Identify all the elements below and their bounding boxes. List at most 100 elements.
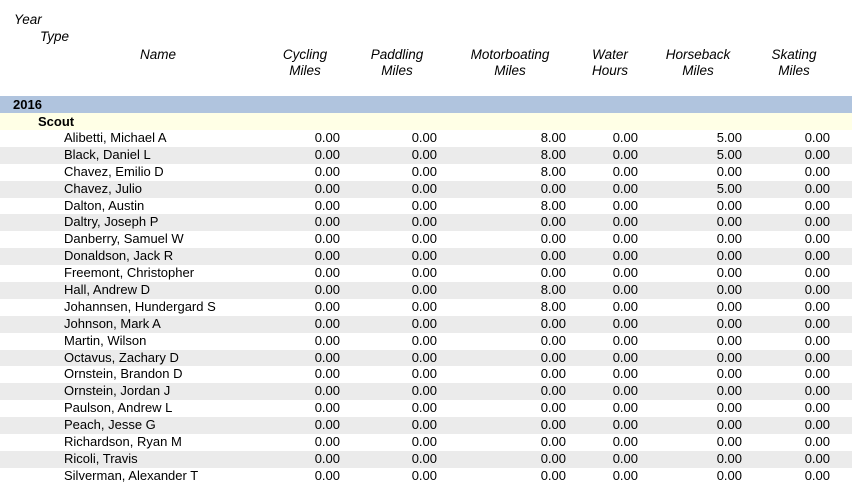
row-name: Peach, Jesse G xyxy=(64,417,156,433)
header-paddling-line1: Paddling xyxy=(370,47,424,62)
cell-cycling-miles: 0.00 xyxy=(314,450,340,466)
cell-horseback-miles: 0.00 xyxy=(716,467,742,483)
cell-horseback-miles: 0.00 xyxy=(716,366,742,382)
table-row: Hall, Andrew D 0.00 0.00 8.00 0.00 0.00 0.00 xyxy=(0,282,852,299)
header-horseback: Horseback Miles xyxy=(655,47,741,79)
cell-skating-miles: 0.00 xyxy=(804,231,830,247)
row-name: Ornstein, Brandon D xyxy=(64,366,183,382)
row-name: Hall, Andrew D xyxy=(64,282,150,298)
row-name: Paulson, Andrew L xyxy=(64,400,173,416)
row-name: Daltry, Joseph P xyxy=(64,214,159,230)
cell-horseback-miles: 5.00 xyxy=(716,180,742,196)
activity-report: Year Type Name Cycling Miles Paddling Mi… xyxy=(0,0,852,487)
header-horseback-line2: Miles xyxy=(682,63,714,78)
cell-motorboating-miles: 0.00 xyxy=(540,332,566,348)
cell-skating-miles: 0.00 xyxy=(804,130,830,145)
cell-motorboating-miles: 0.00 xyxy=(540,349,566,365)
header-water-line1: Water xyxy=(592,47,628,62)
row-name: Donaldson, Jack R xyxy=(64,248,174,264)
header-motorboating-line2: Miles xyxy=(494,63,526,78)
cell-cycling-miles: 0.00 xyxy=(314,282,340,298)
cell-horseback-miles: 5.00 xyxy=(716,130,742,145)
cell-water-hours: 0.00 xyxy=(612,163,638,179)
table-row: Ricoli, Travis 0.00 0.00 0.00 0.00 0.00 0.00 xyxy=(0,450,852,468)
cell-cycling-miles: 0.00 xyxy=(314,146,340,162)
header-skating-line1: Skating xyxy=(771,47,817,62)
cell-cycling-miles: 0.00 xyxy=(314,315,340,331)
cell-cycling-miles: 0.00 xyxy=(314,383,340,399)
row-name: Danberry, Samuel W xyxy=(64,231,184,247)
cell-paddling-miles: 0.00 xyxy=(411,400,437,416)
table-row: Martin, Wilson 0.00 0.00 0.00 0.00 0.00 0.00 xyxy=(0,333,852,350)
table-row: Richardson, Ryan M 0.00 0.00 0.00 0.00 0.00 0.… xyxy=(0,434,852,451)
cell-motorboating-miles: 8.00 xyxy=(540,130,566,145)
cell-water-hours: 0.00 xyxy=(612,349,638,365)
cell-cycling-miles: 0.00 xyxy=(314,214,340,230)
table-row: Danberry, Samuel W 0.00 0.00 0.00 0.00 0.00 0.… xyxy=(0,231,852,248)
cell-horseback-miles: 5.00 xyxy=(716,146,742,162)
cell-skating-miles: 0.00 xyxy=(804,349,830,365)
cell-cycling-miles: 0.00 xyxy=(314,434,340,450)
cell-motorboating-miles: 0.00 xyxy=(540,400,566,416)
cell-cycling-miles: 0.00 xyxy=(314,349,340,365)
cell-paddling-miles: 0.00 xyxy=(411,282,437,298)
cell-skating-miles: 0.00 xyxy=(804,332,830,348)
cell-water-hours: 0.00 xyxy=(612,282,638,298)
cell-water-hours: 0.00 xyxy=(612,197,638,213)
cell-paddling-miles: 0.00 xyxy=(411,332,437,348)
row-name: Johannsen, Hundergard S xyxy=(64,298,216,314)
cell-water-hours: 0.00 xyxy=(612,315,638,331)
cell-horseback-miles: 0.00 xyxy=(716,332,742,348)
cell-motorboating-miles: 0.00 xyxy=(540,180,566,196)
year-group-band: 2016 xyxy=(0,96,852,113)
cell-horseback-miles: 0.00 xyxy=(716,197,742,213)
table-row: Dalton, Austin 0.00 0.00 8.00 0.00 0.00 0.00 xyxy=(0,198,852,215)
row-name: Ricoli, Travis xyxy=(64,450,138,466)
cell-water-hours: 0.00 xyxy=(612,417,638,433)
cell-motorboating-miles: 0.00 xyxy=(540,434,566,450)
cell-motorboating-miles: 0.00 xyxy=(540,214,566,230)
row-name: Richardson, Ryan M xyxy=(64,434,182,450)
table-row: Chavez, Julio 0.00 0.00 0.00 0.00 5.00 0.00 xyxy=(0,180,852,198)
table-row: Octavus, Zachary D 0.00 0.00 0.00 0.00 0.00 0.… xyxy=(0,349,852,367)
cell-horseback-miles: 0.00 xyxy=(716,417,742,433)
table-row: Alibetti, Michael A 0.00 0.00 8.00 0.00 5.00 0… xyxy=(0,130,852,147)
cell-water-hours: 0.00 xyxy=(612,434,638,450)
header-cycling-line1: Cycling xyxy=(282,47,328,62)
cell-skating-miles: 0.00 xyxy=(804,146,830,162)
cell-paddling-miles: 0.00 xyxy=(411,163,437,179)
cell-horseback-miles: 0.00 xyxy=(716,298,742,314)
row-name: Silverman, Alexander T xyxy=(64,467,199,483)
cell-water-hours: 0.00 xyxy=(612,248,638,264)
cell-cycling-miles: 0.00 xyxy=(314,400,340,416)
cell-paddling-miles: 0.00 xyxy=(411,180,437,196)
cell-skating-miles: 0.00 xyxy=(804,282,830,298)
header-year: Year xyxy=(14,12,42,27)
row-name: Black, Daniel L xyxy=(64,146,151,162)
header-motorboating: Motorboating Miles xyxy=(460,47,560,79)
cell-paddling-miles: 0.00 xyxy=(411,349,437,365)
cell-water-hours: 0.00 xyxy=(612,265,638,281)
cell-cycling-miles: 0.00 xyxy=(314,467,340,483)
cell-motorboating-miles: 0.00 xyxy=(540,315,566,331)
table-row: Donaldson, Jack R 0.00 0.00 0.00 0.00 0.00 0.0… xyxy=(0,248,852,266)
cell-horseback-miles: 0.00 xyxy=(716,231,742,247)
cell-paddling-miles: 0.00 xyxy=(411,130,437,145)
cell-motorboating-miles: 8.00 xyxy=(540,197,566,213)
table-row: Johannsen, Hundergard S 0.00 0.00 8.00 0.00 0… xyxy=(0,299,852,316)
cell-motorboating-miles: 0.00 xyxy=(540,450,566,466)
cell-motorboating-miles: 0.00 xyxy=(540,383,566,399)
cell-water-hours: 0.00 xyxy=(612,332,638,348)
cell-paddling-miles: 0.00 xyxy=(411,417,437,433)
header-paddling: Paddling Miles xyxy=(354,47,440,79)
cell-skating-miles: 0.00 xyxy=(804,163,830,179)
cell-motorboating-miles: 0.00 xyxy=(540,231,566,247)
table-row: Freemont, Christopher 0.00 0.00 0.00 0.00 0.0… xyxy=(0,265,852,282)
table-row: Ornstein, Jordan J 0.00 0.00 0.00 0.00 0.00 0.… xyxy=(0,383,852,401)
cell-paddling-miles: 0.00 xyxy=(411,467,437,483)
cell-motorboating-miles: 0.00 xyxy=(540,265,566,281)
cell-cycling-miles: 0.00 xyxy=(314,332,340,348)
cell-water-hours: 0.00 xyxy=(612,383,638,399)
cell-paddling-miles: 0.00 xyxy=(411,450,437,466)
cell-paddling-miles: 0.00 xyxy=(411,248,437,264)
